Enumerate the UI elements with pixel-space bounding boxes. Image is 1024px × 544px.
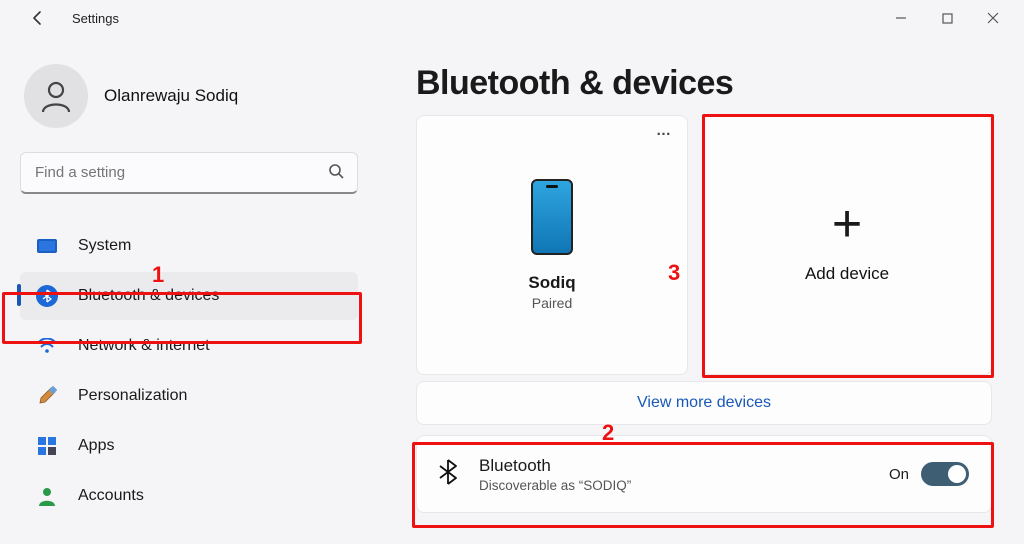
- search-input[interactable]: [20, 152, 358, 194]
- profile-section[interactable]: Olanrewaju Sodiq: [20, 54, 358, 152]
- sidebar-item-accounts[interactable]: Accounts: [20, 472, 358, 520]
- view-more-devices-button[interactable]: View more devices: [416, 381, 992, 425]
- plus-icon: +: [832, 198, 862, 250]
- apps-icon: [36, 436, 58, 456]
- sidebar-item-personalization[interactable]: Personalization: [20, 372, 358, 420]
- bluetooth-toggle-row: Bluetooth Discoverable as “SODIQ” On: [416, 435, 992, 513]
- bluetooth-subtitle: Discoverable as “SODIQ”: [479, 478, 631, 493]
- close-icon: [987, 12, 999, 24]
- phone-illustration-icon: [531, 179, 573, 255]
- nav: System Bluetooth & devices Network & int…: [20, 222, 358, 520]
- back-button[interactable]: [22, 2, 54, 34]
- minimize-button[interactable]: [878, 2, 924, 34]
- minimize-icon: [895, 12, 907, 24]
- add-device-card[interactable]: + Add device: [702, 115, 992, 375]
- page-title: Bluetooth & devices: [416, 64, 1004, 103]
- sidebar-item-system[interactable]: System: [20, 222, 358, 270]
- sidebar-item-label: Network & internet: [78, 337, 210, 355]
- sidebar-item-label: Personalization: [78, 387, 187, 405]
- search-icon: [328, 163, 344, 183]
- sidebar-item-label: Apps: [78, 437, 114, 455]
- device-card[interactable]: … Sodiq Paired: [416, 115, 688, 375]
- window-title: Settings: [72, 11, 119, 26]
- sidebar-item-label: System: [78, 237, 131, 255]
- account-icon: [36, 486, 58, 506]
- close-button[interactable]: [970, 2, 1016, 34]
- device-status: Paired: [532, 295, 572, 311]
- sidebar-item-apps[interactable]: Apps: [20, 422, 358, 470]
- bluetooth-title: Bluetooth: [479, 456, 631, 476]
- sidebar-item-bluetooth-devices[interactable]: Bluetooth & devices: [20, 272, 358, 320]
- paintbrush-icon: [36, 386, 58, 406]
- avatar: [24, 64, 88, 128]
- device-cards-row: … Sodiq Paired + Add device: [416, 115, 1004, 375]
- sidebar-item-label: Accounts: [78, 487, 144, 505]
- maximize-icon: [942, 13, 953, 24]
- maximize-button[interactable]: [924, 2, 970, 34]
- device-more-button[interactable]: …: [656, 122, 673, 139]
- main: Bluetooth & devices … Sodiq Paired + Add…: [378, 36, 1024, 544]
- window-controls: [878, 2, 1016, 34]
- add-device-label: Add device: [805, 264, 889, 284]
- bluetooth-glyph-icon: [439, 459, 457, 489]
- search-wrap: [20, 152, 358, 194]
- sidebar-item-label: Bluetooth & devices: [78, 287, 219, 305]
- titlebar: Settings: [0, 0, 1024, 36]
- selection-accent: [17, 284, 21, 306]
- view-more-label: View more devices: [637, 394, 771, 412]
- bluetooth-state-label: On: [889, 466, 909, 483]
- arrow-left-icon: [30, 10, 46, 26]
- profile-name: Olanrewaju Sodiq: [104, 86, 238, 106]
- device-name: Sodiq: [528, 273, 575, 293]
- bluetooth-icon: [36, 285, 58, 307]
- sidebar: Olanrewaju Sodiq System Bluetooth & devi…: [0, 36, 378, 544]
- bluetooth-toggle[interactable]: [921, 462, 969, 486]
- wifi-icon: [36, 338, 58, 354]
- system-icon: [36, 239, 58, 253]
- sidebar-item-network[interactable]: Network & internet: [20, 322, 358, 370]
- person-icon: [38, 78, 74, 114]
